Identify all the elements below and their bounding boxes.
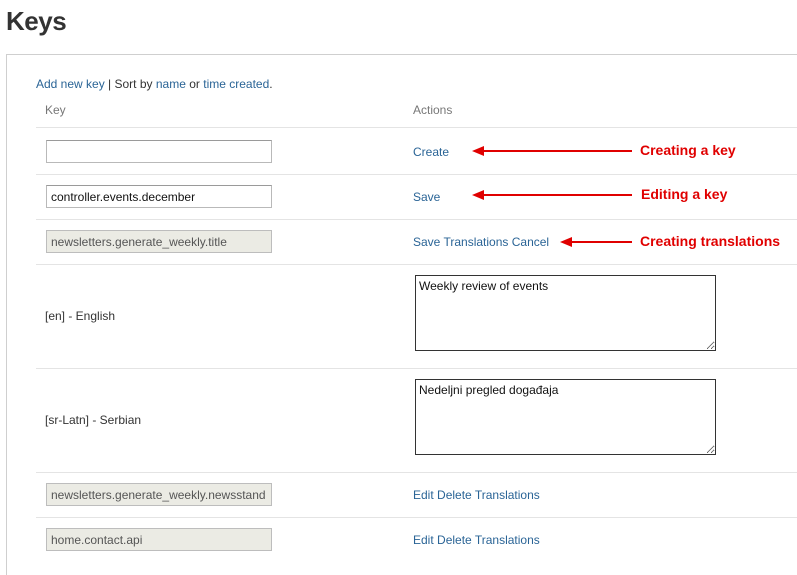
key-input-readonly [46, 483, 272, 506]
translations-link[interactable]: Translations [475, 533, 540, 547]
row-divider [36, 368, 797, 369]
row-divider [36, 264, 797, 265]
row-divider [36, 174, 797, 175]
toolbar: Add new key | Sort by name or time creat… [36, 77, 273, 91]
create-link[interactable]: Create [413, 145, 449, 159]
red-arrow-icon [560, 237, 632, 247]
translations-link[interactable]: Translations [475, 488, 540, 502]
translation-textarea-en[interactable]: Weekly review of events [415, 275, 716, 351]
or-label: or [185, 77, 204, 91]
cancel-link[interactable]: Cancel [512, 235, 549, 249]
annotation-label: Editing a key [641, 186, 728, 202]
sort-by-label: | Sort by [104, 77, 156, 91]
row-actions: Edit Delete Translations [413, 488, 540, 502]
annotation-label: Creating translations [640, 233, 781, 249]
delete-link[interactable]: Delete [437, 488, 472, 502]
save-link[interactable]: Save [413, 190, 440, 204]
row-divider [36, 517, 797, 518]
row-actions: Edit Delete Translations [413, 533, 540, 547]
language-label-sr-latn: [sr-Latn] - Serbian [45, 413, 142, 427]
language-label-en: [en] - English [45, 309, 116, 323]
period-label: . [269, 77, 273, 91]
edit-link[interactable]: Edit [413, 533, 434, 547]
delete-link[interactable]: Delete [437, 533, 472, 547]
page-title: Keys [6, 6, 67, 36]
column-header-actions: Actions [413, 103, 453, 117]
new-key-input[interactable] [46, 140, 272, 163]
sort-by-time-link[interactable]: time created [203, 77, 269, 91]
save-translations-link[interactable]: Save Translations [413, 235, 508, 249]
key-input-readonly [46, 528, 272, 551]
key-input-readonly [46, 230, 272, 253]
header-divider [36, 127, 797, 128]
row-divider [36, 472, 797, 473]
translation-actions: Save Translations Cancel [413, 235, 549, 249]
edit-link[interactable]: Edit [413, 488, 434, 502]
red-arrow-icon [472, 190, 632, 200]
row-divider [36, 219, 797, 220]
red-arrow-icon [472, 146, 632, 156]
column-header-key: Key [45, 103, 66, 117]
translation-textarea-sr-latn[interactable]: Nedeljni pregled događaja [415, 379, 716, 455]
edit-key-input[interactable] [46, 185, 272, 208]
sort-by-name-link[interactable]: name [156, 77, 186, 91]
add-new-key-link[interactable]: Add new key [36, 77, 105, 91]
annotation-label: Creating a key [640, 142, 736, 158]
